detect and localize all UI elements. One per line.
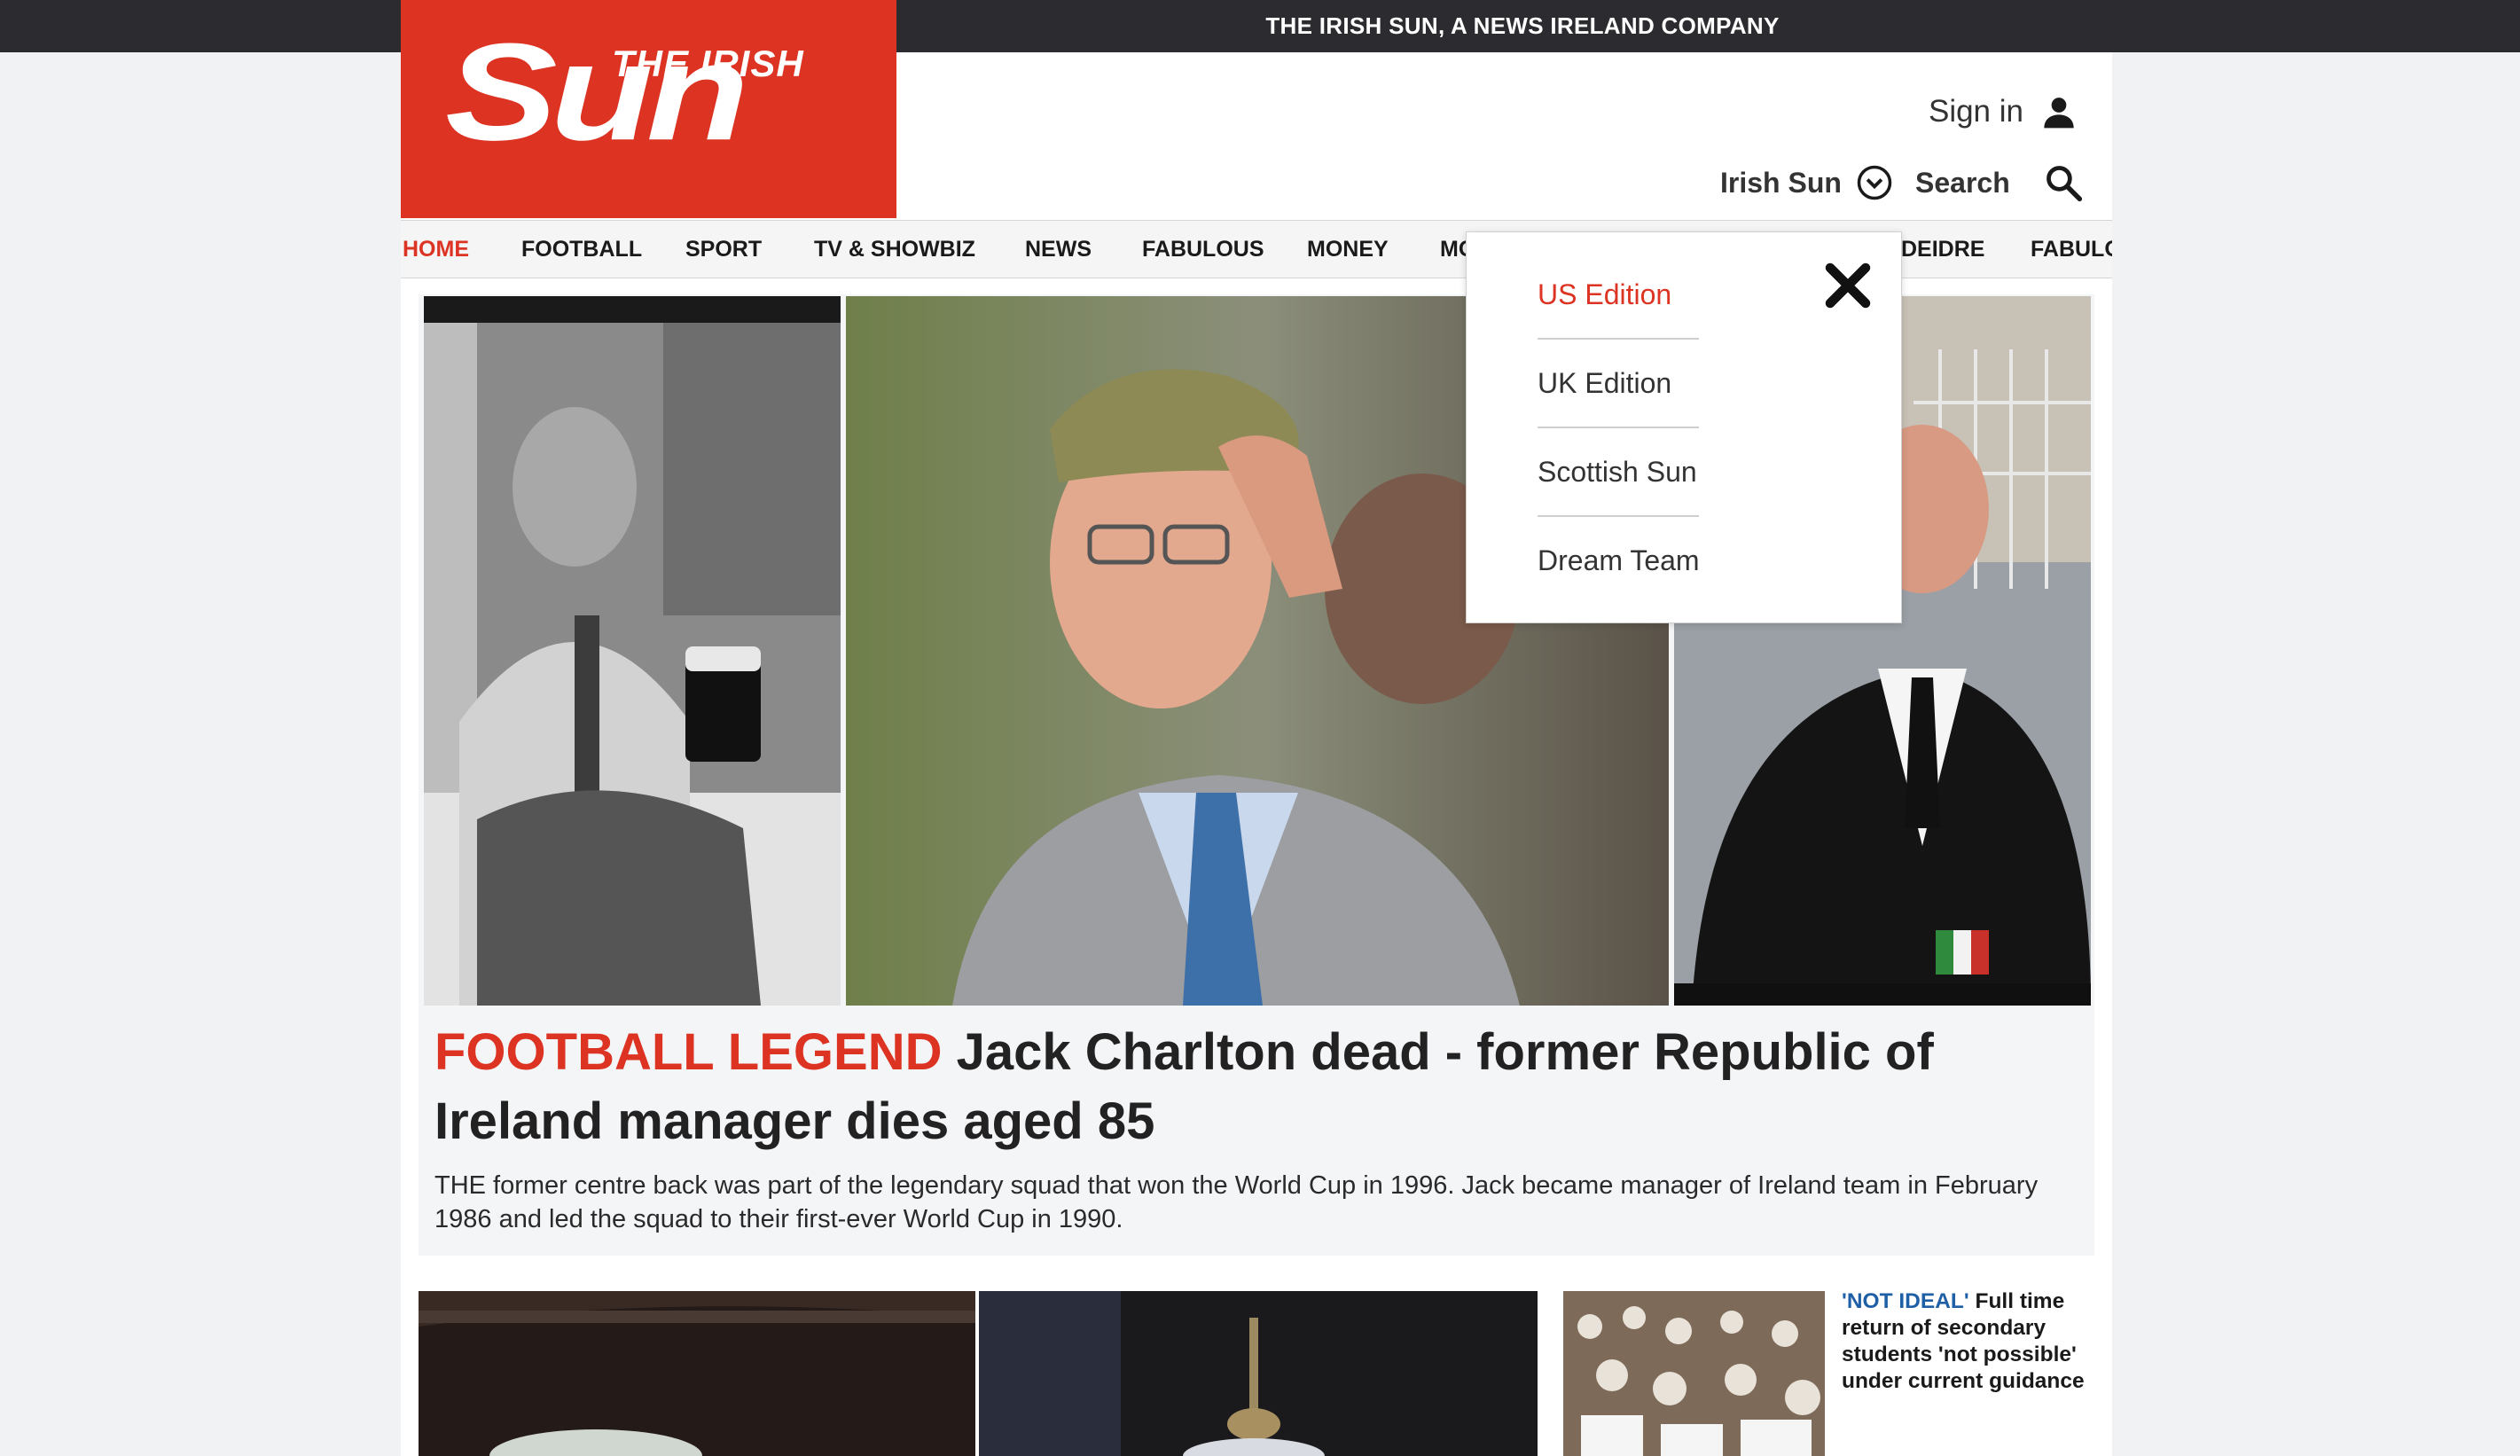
edition-option-dream-team[interactable]: Dream Team <box>1538 516 1700 605</box>
sign-in-label: Sign in <box>1928 94 2023 129</box>
user-icon <box>2044 98 2074 129</box>
edition-option-us[interactable]: US Edition <box>1538 250 1699 339</box>
story-photo-left[interactable] <box>419 1291 975 1456</box>
search-button[interactable]: Search <box>1915 160 2083 206</box>
sign-in-button[interactable]: Sign in <box>1929 89 2077 135</box>
nav-item-tv-showbiz[interactable]: TV & SHOWBIZ <box>814 221 975 278</box>
hero-standfirst: THE former centre back was part of the l… <box>434 1171 2039 1233</box>
nav-item-football[interactable]: FOOTBALL <box>521 221 642 278</box>
logo-big-text: Sun <box>445 15 749 169</box>
edition-option-uk[interactable]: UK Edition <box>1538 339 1699 427</box>
hero-photo-left[interactable] <box>424 296 841 1006</box>
nav-item-fabulous[interactable]: FABULOUS <box>1142 221 1264 278</box>
side-story-kicker: 'NOT IDEAL' <box>1842 1289 1969 1313</box>
edition-selector[interactable]: Irish Sun <box>1720 160 1893 206</box>
nav-item-sport[interactable]: SPORT <box>685 221 762 278</box>
top-bar: THE IRISH SUN, A NEWS IRELAND COMPANY <box>0 0 2520 52</box>
edition-dropdown: US Edition UK Edition Scottish Sun Dream… <box>1466 231 1902 623</box>
hero-headline[interactable]: FOOTBALL LEGEND Jack Charlton dead - for… <box>434 1018 2057 1156</box>
topbar-text: THE IRISH SUN, A NEWS IRELAND COMPANY <box>1265 12 1780 39</box>
chevron-down-icon <box>1857 165 1892 200</box>
story-photo-right[interactable] <box>979 1291 1538 1456</box>
hero-kicker: FOOTBALL LEGEND <box>434 1023 943 1081</box>
side-story-headline[interactable]: 'NOT IDEAL' Full time return of secondar… <box>1842 1288 2094 1395</box>
search-icon <box>2046 166 2082 202</box>
nav-item-deidre[interactable]: DEIDRE <box>1901 221 1984 278</box>
side-story-photo[interactable] <box>1563 1291 1825 1456</box>
nav-item-fabulous-2[interactable]: FABULO <box>2031 221 2112 278</box>
edition-option-scottish[interactable]: Scottish Sun <box>1538 427 1699 516</box>
edition-label: Irish Sun <box>1720 166 1842 199</box>
search-label: Search <box>1915 166 2010 199</box>
nav-item-news[interactable]: NEWS <box>1025 221 1092 278</box>
nav-item-home[interactable]: HOME <box>403 221 469 278</box>
nav-item-money[interactable]: MONEY <box>1307 221 1389 278</box>
close-icon[interactable] <box>1821 259 1874 312</box>
site-logo[interactable]: THE IRISH Sun <box>401 0 896 218</box>
